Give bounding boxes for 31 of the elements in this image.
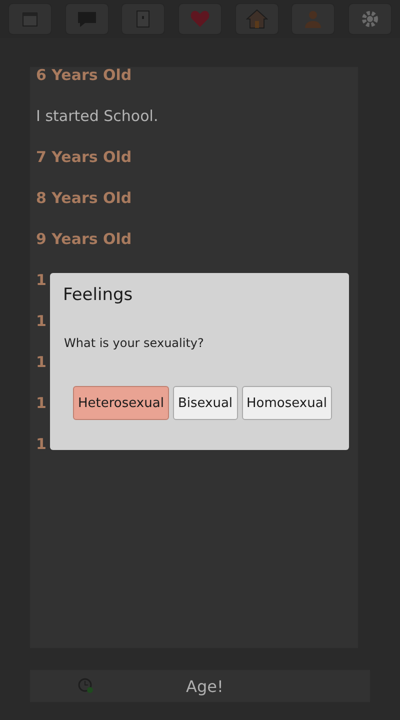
house-icon [246,9,268,29]
person-icon [304,9,322,29]
person-button[interactable] [291,3,336,35]
age-heading: 8 Years Old [36,190,132,206]
calendar-button[interactable] [8,3,52,35]
heart-button[interactable] [178,3,222,35]
house-button[interactable] [234,3,279,35]
age-heading: 1 [36,354,46,370]
event-text: I started School. [36,108,158,124]
document-button[interactable] [121,3,166,35]
age-button[interactable]: Age! [30,670,370,702]
age-heading: 1 [36,272,46,288]
dialog-message: What is your sexuality? [64,336,205,350]
age-heading: 9 Years Old [36,231,132,247]
option-button[interactable]: Homosexual [242,386,332,420]
option-button[interactable]: Bisexual [172,386,238,420]
chat-icon [76,10,98,28]
document-icon [136,10,150,28]
age-heading: 1 [36,436,46,452]
option-button[interactable]: Heterosexual [73,386,169,420]
settings-icon [360,10,379,28]
age-heading: 1 [36,395,46,411]
age-heading: 6 Years Old [36,67,132,83]
chat-button[interactable] [64,3,109,35]
dialog-title: Feelings [63,285,134,305]
calendar-icon [22,11,38,27]
clock-icon [78,678,94,694]
age-heading: 1 [36,313,46,329]
settings-button[interactable] [348,3,392,35]
age-heading: 7 Years Old [36,149,132,165]
heart-icon [190,10,210,28]
